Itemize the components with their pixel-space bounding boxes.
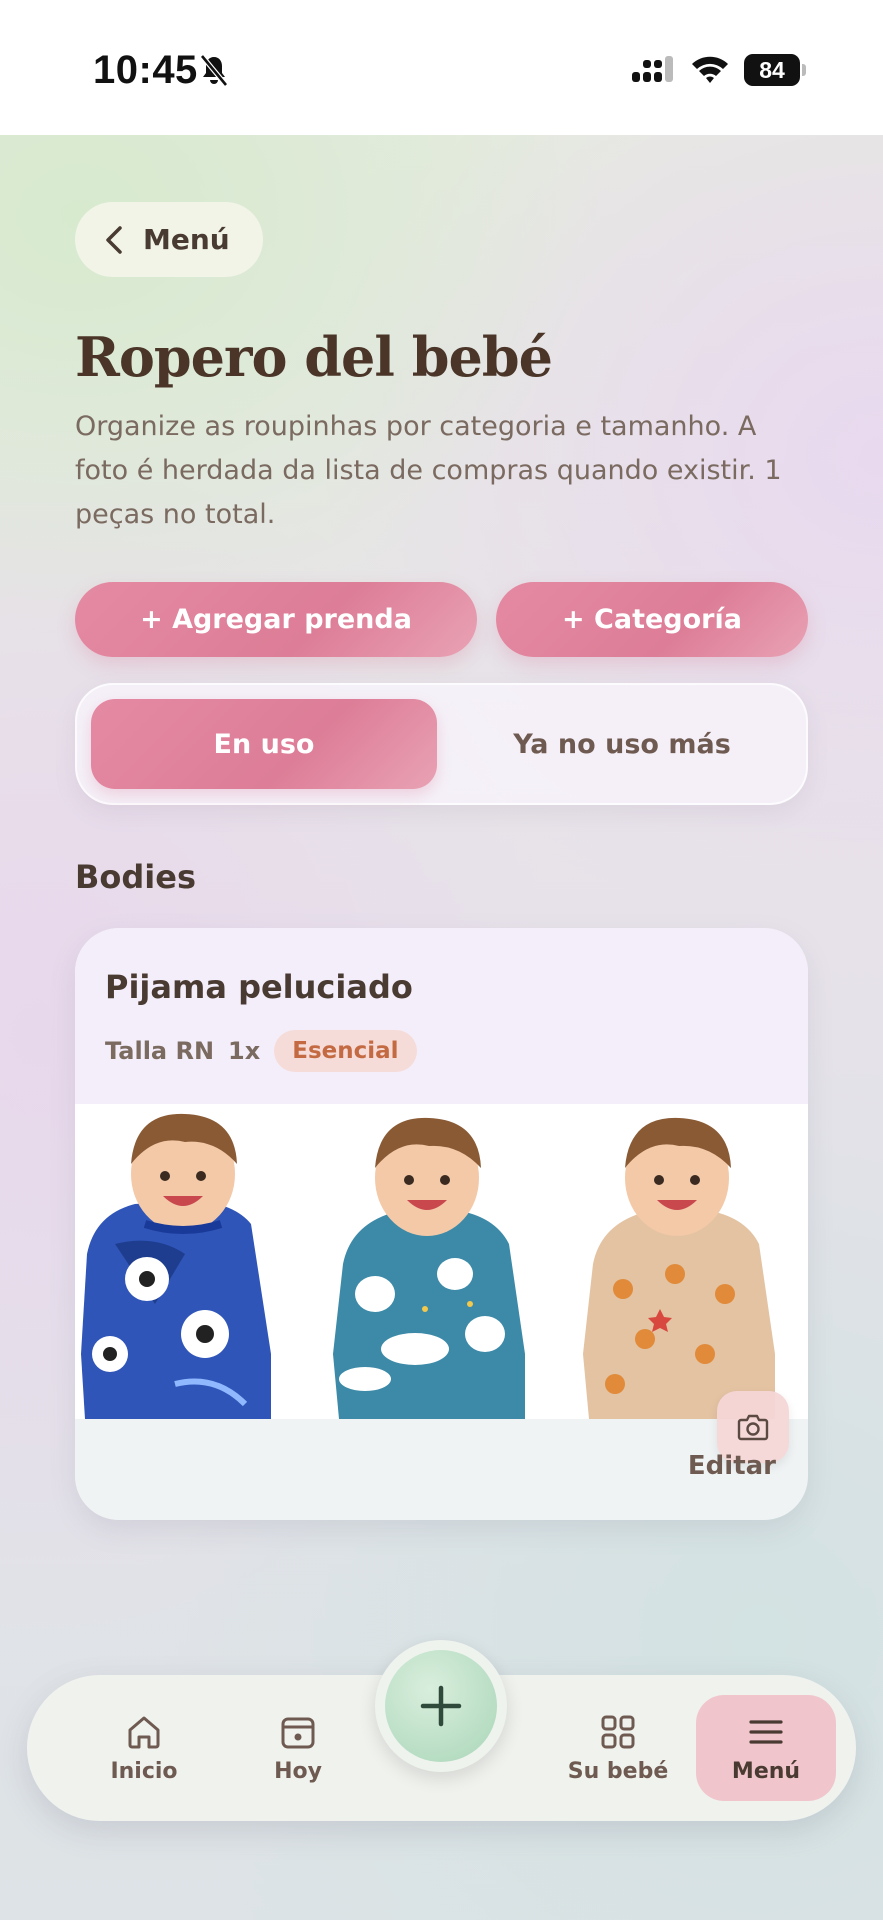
calendar-icon xyxy=(281,1717,315,1748)
back-button-label: Menú xyxy=(143,223,230,256)
clothing-item-card[interactable]: Pijama peluciado Talla RN 1x Esencial Ed… xyxy=(75,928,808,1520)
tab-su-bebe[interactable]: Su bebé xyxy=(548,1675,688,1821)
item-name: Pijama peluciado xyxy=(105,968,413,1006)
tab-menu[interactable]: Menú xyxy=(696,1695,836,1801)
plus-icon xyxy=(420,1685,462,1727)
tab-hoy[interactable]: Hoy xyxy=(233,1675,363,1821)
page-title: Ropero del bebé xyxy=(75,325,553,389)
page-description: Organize as roupinhas por categoria e ta… xyxy=(75,411,782,530)
battery-indicator: 84 xyxy=(744,54,806,86)
wifi-icon xyxy=(692,56,728,83)
edit-button[interactable]: Editar xyxy=(688,1451,776,1481)
signal-icon xyxy=(632,56,673,82)
card-footer: Editar xyxy=(75,1419,808,1520)
usage-filter: En uso Ya no uso más xyxy=(75,683,808,805)
grid-icon xyxy=(601,1715,635,1748)
add-item-button[interactable]: + Agregar prenda xyxy=(75,582,477,657)
section-title: Bodies xyxy=(75,858,196,896)
bell-slash-icon xyxy=(200,54,228,87)
tab-label-su-bebe: Su bebé xyxy=(567,1758,669,1784)
back-button[interactable]: Menú xyxy=(75,202,263,277)
tab-label-menu: Menú xyxy=(731,1758,801,1784)
item-quantity: 1x xyxy=(228,1037,261,1065)
filter-no-longer-used[interactable]: Ya no uso más xyxy=(449,699,795,789)
tab-label-inicio: Inicio xyxy=(110,1758,178,1784)
status-time: 10:45 xyxy=(93,48,198,92)
tab-inicio[interactable]: Inicio xyxy=(79,1675,209,1821)
menu-icon xyxy=(749,1719,783,1744)
app-screen: Menú Ropero del bebé Organize as roupinh… xyxy=(0,135,883,1920)
add-fab-button[interactable] xyxy=(385,1650,497,1762)
home-icon xyxy=(128,1716,160,1748)
item-photo xyxy=(75,1104,808,1419)
chevron-left-icon xyxy=(106,225,122,254)
essential-badge: Esencial xyxy=(274,1030,417,1072)
battery-level: 84 xyxy=(744,54,800,86)
item-size: Talla RN xyxy=(105,1037,215,1065)
add-category-button[interactable]: + Categoría xyxy=(496,582,808,657)
filter-in-use[interactable]: En uso xyxy=(91,699,437,789)
status-bar: 10:45 84 xyxy=(0,0,883,135)
card-header: Pijama peluciado Talla RN 1x Esencial xyxy=(75,928,808,1104)
item-meta: Talla RN 1x Esencial xyxy=(105,1030,417,1072)
tab-label-hoy: Hoy xyxy=(274,1758,322,1784)
battery-cap xyxy=(802,64,806,76)
